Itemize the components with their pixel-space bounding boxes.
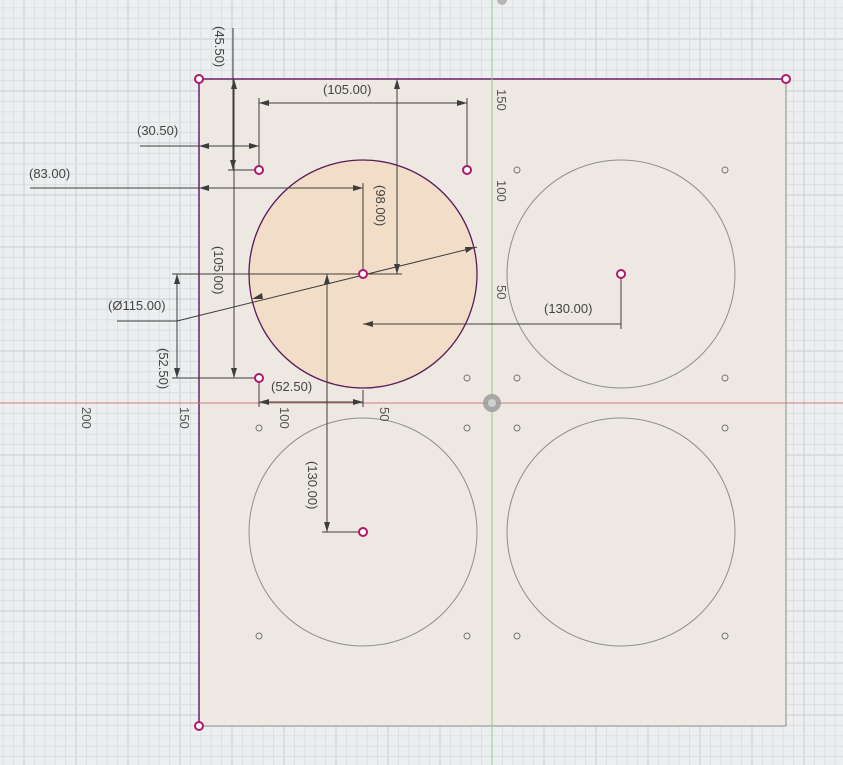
corner-point-top-right[interactable] — [781, 74, 791, 84]
dimension-hole-to-center-x[interactable]: (52.50) — [271, 379, 312, 394]
dimension-left-offset[interactable]: (30.50) — [137, 123, 178, 138]
dimension-hole-to-center-y[interactable]: (52.50) — [156, 348, 171, 389]
x-axis-label-100: 100 — [277, 407, 292, 429]
y-axis-label-150: 150 — [494, 89, 509, 111]
dimension-hole-width[interactable]: (105.00) — [323, 82, 371, 97]
circle-center-point[interactable] — [358, 527, 368, 537]
dimension-diameter[interactable]: (Ø115.00) — [108, 298, 166, 313]
sketch-canvas[interactable]: 150 100 50 50 100 150 200 (45.50) (105.0… — [0, 0, 843, 765]
circle-center-point[interactable] — [358, 269, 368, 279]
dimension-top-offset[interactable]: (45.50) — [212, 26, 227, 67]
dimension-vertical-to-center[interactable]: (98.00) — [373, 185, 388, 226]
hole-point-selected[interactable] — [254, 165, 264, 175]
dimension-hole-height[interactable]: (105.00) — [211, 246, 226, 294]
y-axis-label-50: 50 — [494, 285, 509, 299]
corner-point-bottom-left[interactable] — [194, 721, 204, 731]
hole-point-selected[interactable] — [254, 373, 264, 383]
dimension-center-x[interactable]: (83.00) — [29, 166, 70, 181]
y-axis-label-100: 100 — [494, 180, 509, 202]
hole-point-selected[interactable] — [462, 165, 472, 175]
corner-point-top-left[interactable] — [194, 74, 204, 84]
x-axis-label-50: 50 — [377, 407, 392, 421]
dimension-center-spacing-x[interactable]: (130.00) — [544, 301, 592, 316]
x-axis-label-150: 150 — [177, 407, 192, 429]
circle-center-point[interactable] — [616, 269, 626, 279]
x-axis-label-200: 200 — [79, 407, 94, 429]
dimension-center-spacing-y[interactable]: (130.00) — [305, 461, 320, 509]
